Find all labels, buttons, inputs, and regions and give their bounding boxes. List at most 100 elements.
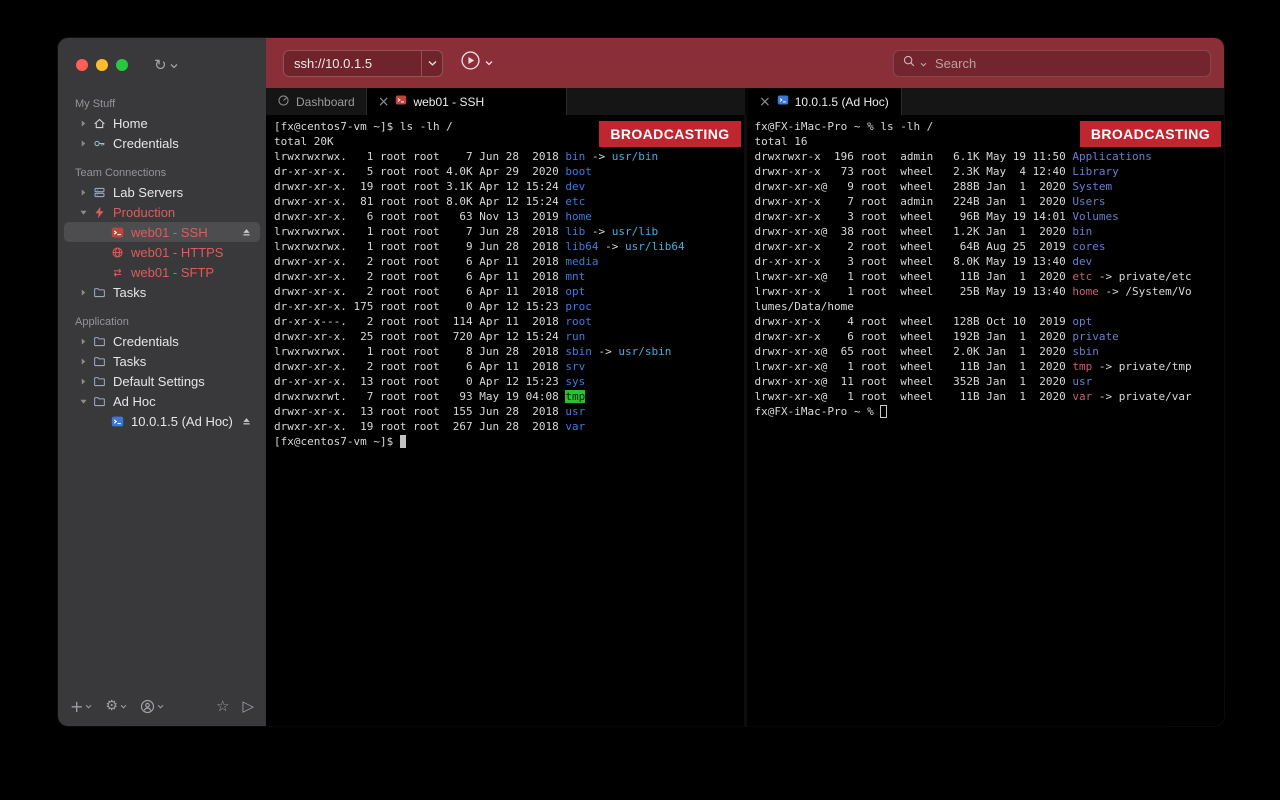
terminal-line: dr-xr-xr-x. 5 root root 4.0K Apr 29 2020… bbox=[274, 164, 736, 179]
folder-icon bbox=[91, 355, 108, 368]
tab-web01-ssh[interactable]: × web01 - SSH bbox=[367, 88, 567, 115]
sidebar-item-label: web01 - SFTP bbox=[131, 265, 214, 280]
chevron-right-icon[interactable] bbox=[76, 119, 91, 128]
chevron-down-icon[interactable] bbox=[485, 60, 493, 66]
chevron-down-icon bbox=[85, 704, 92, 709]
sidebar-item-label: Default Settings bbox=[113, 374, 205, 389]
terminal-panes: BROADCASTING [fx@centos7-vm ~]$ ls -lh /… bbox=[266, 115, 1224, 726]
folder-icon bbox=[91, 286, 108, 299]
search-icon bbox=[902, 54, 916, 73]
terminal-line: drwxr-xr-x. 13 root root 155 Jun 28 2018… bbox=[274, 404, 736, 419]
sync-dropdown[interactable]: ↻ bbox=[154, 56, 178, 74]
terminal-line: drwxr-xr-x. 25 root root 720 Apr 12 15:2… bbox=[274, 329, 736, 344]
chevron-down-icon[interactable] bbox=[76, 209, 91, 216]
sidebar-item-production[interactable]: Production bbox=[64, 202, 260, 222]
sidebar-item-tasks[interactable]: Tasks bbox=[64, 351, 260, 371]
sidebar-item-credentials[interactable]: Credentials bbox=[64, 133, 260, 153]
terminal-blue-icon bbox=[777, 94, 789, 109]
broadcasting-badge: BROADCASTING bbox=[1080, 121, 1221, 147]
tab-dashboard[interactable]: Dashboard bbox=[266, 88, 367, 115]
folder-icon bbox=[91, 335, 108, 348]
add-icon: + bbox=[70, 697, 83, 716]
connection-address-dropdown[interactable]: ssh://10.0.1.5 bbox=[283, 50, 443, 77]
terminal-line: drwxr-xr-x@ 9 root wheel 288B Jan 1 2020… bbox=[755, 179, 1217, 194]
zoom-window-button[interactable] bbox=[116, 59, 128, 71]
terminal-line: dr-xr-xr-x 3 root wheel 8.0K May 19 13:4… bbox=[755, 254, 1217, 269]
tab-label: Dashboard bbox=[296, 95, 355, 109]
broadcasting-badge: BROADCASTING bbox=[599, 121, 740, 147]
sidebar-item-label: web01 - HTTPS bbox=[131, 245, 223, 260]
search-input[interactable]: Search bbox=[893, 50, 1211, 77]
sidebar-section-team-connections: Team Connections bbox=[58, 163, 266, 182]
chevron-right-icon[interactable] bbox=[76, 288, 91, 297]
terminal-line: lrwxrwxrwx. 1 root root 7 Jun 28 2018 li… bbox=[274, 224, 736, 239]
terminal-line: drwxr-xr-x 4 root wheel 128B Oct 10 2019… bbox=[755, 314, 1217, 329]
settings-button[interactable]: ⚙ bbox=[105, 698, 127, 714]
sidebar-item-home[interactable]: Home bbox=[64, 113, 260, 133]
close-tab-icon[interactable]: × bbox=[378, 95, 390, 109]
eject-icon[interactable] bbox=[241, 416, 252, 427]
chevron-down-icon[interactable] bbox=[76, 398, 91, 405]
chevron-down-icon bbox=[157, 704, 164, 709]
sidebar-item-web01-https[interactable]: web01 - HTTPS bbox=[64, 242, 260, 262]
chevron-right-icon[interactable] bbox=[76, 139, 91, 148]
sidebar-item-label: Tasks bbox=[113, 285, 146, 300]
add-button[interactable]: + bbox=[70, 697, 92, 716]
tab-bar: Dashboard × web01 - SSH × bbox=[266, 88, 1224, 115]
sidebar-item-ad-hoc[interactable]: Ad Hoc bbox=[64, 391, 260, 411]
sidebar-item-web01-ssh[interactable]: web01 - SSH bbox=[64, 222, 260, 242]
lightning-icon bbox=[91, 206, 108, 219]
sidebar-item-default-settings[interactable]: Default Settings bbox=[64, 371, 260, 391]
terminal-line: dr-xr-xr-x. 13 root root 0 Apr 12 15:23 … bbox=[274, 374, 736, 389]
chevron-down-icon bbox=[421, 51, 442, 76]
terminal-line: drwxr-xr-x. 2 root root 6 Apr 11 2018 me… bbox=[274, 254, 736, 269]
terminal-line: fx@FX-iMac-Pro ~ % bbox=[755, 404, 1217, 419]
terminal-line: drwxr-xr-x 2 root wheel 64B Aug 25 2019 … bbox=[755, 239, 1217, 254]
connect-button[interactable]: ▷ bbox=[242, 697, 254, 715]
eject-icon[interactable] bbox=[241, 227, 252, 238]
chevron-right-icon[interactable] bbox=[76, 377, 91, 386]
terminal-line: lrwxrwxrwx. 1 root root 8 Jun 28 2018 sb… bbox=[274, 344, 736, 359]
chevron-right-icon[interactable] bbox=[76, 357, 91, 366]
terminal-pane-left[interactable]: BROADCASTING [fx@centos7-vm ~]$ ls -lh /… bbox=[266, 115, 744, 726]
close-tab-icon[interactable]: × bbox=[759, 95, 771, 109]
favorite-button[interactable]: ☆ bbox=[216, 697, 229, 715]
chevron-right-icon[interactable] bbox=[76, 337, 91, 346]
terminal-line: drwxr-xr-x@ 38 root wheel 1.2K Jan 1 202… bbox=[755, 224, 1217, 239]
sidebar-item-web01-sftp[interactable]: web01 - SFTP bbox=[64, 262, 260, 282]
terminal-blue-icon bbox=[109, 415, 126, 428]
terminal-cursor bbox=[880, 405, 887, 418]
connect-button[interactable] bbox=[460, 50, 481, 76]
chevron-right-icon[interactable] bbox=[76, 188, 91, 197]
desktop-background: ↻ My StuffHomeCredentialsTeam Connection… bbox=[0, 0, 1280, 800]
main-area: ssh://10.0.1.5 bbox=[266, 38, 1224, 726]
terminal-line: drwxr-xr-x. 2 root root 6 Apr 11 2018 op… bbox=[274, 284, 736, 299]
left-pane-tabs: Dashboard × web01 - SSH bbox=[266, 88, 745, 115]
sidebar-navigation: My StuffHomeCredentialsTeam ConnectionsL… bbox=[58, 82, 266, 692]
sidebar-item-label: Tasks bbox=[113, 354, 146, 369]
terminal-line: drwxr-xr-x@ 11 root wheel 352B Jan 1 202… bbox=[755, 374, 1217, 389]
sidebar-item-lab-servers[interactable]: Lab Servers bbox=[64, 182, 260, 202]
sidebar-item-10-0-1-5-ad-hoc[interactable]: 10.0.1.5 (Ad Hoc) bbox=[64, 411, 260, 431]
sidebar-item-label: Home bbox=[113, 116, 148, 131]
terminal-line: dr-xr-xr-x. 175 root root 0 Apr 12 15:23… bbox=[274, 299, 736, 314]
terminal-cursor bbox=[400, 435, 407, 448]
terminal-line: drwxr-xr-x 6 root wheel 192B Jan 1 2020 … bbox=[755, 329, 1217, 344]
sidebar-item-tasks[interactable]: Tasks bbox=[64, 282, 260, 302]
sidebar-item-credentials[interactable]: Credentials bbox=[64, 331, 260, 351]
app-window: ↻ My StuffHomeCredentialsTeam Connection… bbox=[58, 38, 1224, 726]
terminal-line: drwxr-xr-x 7 root admin 224B Jan 1 2020 … bbox=[755, 194, 1217, 209]
terminal-pane-right[interactable]: BROADCASTING fx@FX-iMac-Pro ~ % ls -lh /… bbox=[747, 115, 1225, 726]
folder-icon bbox=[91, 375, 108, 388]
minimize-window-button[interactable] bbox=[96, 59, 108, 71]
connection-address-value: ssh://10.0.1.5 bbox=[284, 56, 421, 71]
search-placeholder: Search bbox=[935, 56, 976, 71]
terminal-line: drwxr-xr-x. 19 root root 3.1K Apr 12 15:… bbox=[274, 179, 736, 194]
terminal-line: drwxr-xr-x. 19 root root 267 Jun 28 2018… bbox=[274, 419, 736, 434]
terminal-output-right: fx@FX-iMac-Pro ~ % ls -lh /total 16drwxr… bbox=[747, 115, 1225, 423]
tab-10-0-1-5-ad-hoc[interactable]: × 10.0.1.5 (Ad Hoc) bbox=[748, 88, 902, 115]
account-button[interactable] bbox=[140, 699, 164, 714]
close-window-button[interactable] bbox=[76, 59, 88, 71]
terminal-line: drwxrwxr-x 196 root admin 6.1K May 19 11… bbox=[755, 149, 1217, 164]
terminal-line: drwxr-xr-x@ 65 root wheel 2.0K Jan 1 202… bbox=[755, 344, 1217, 359]
